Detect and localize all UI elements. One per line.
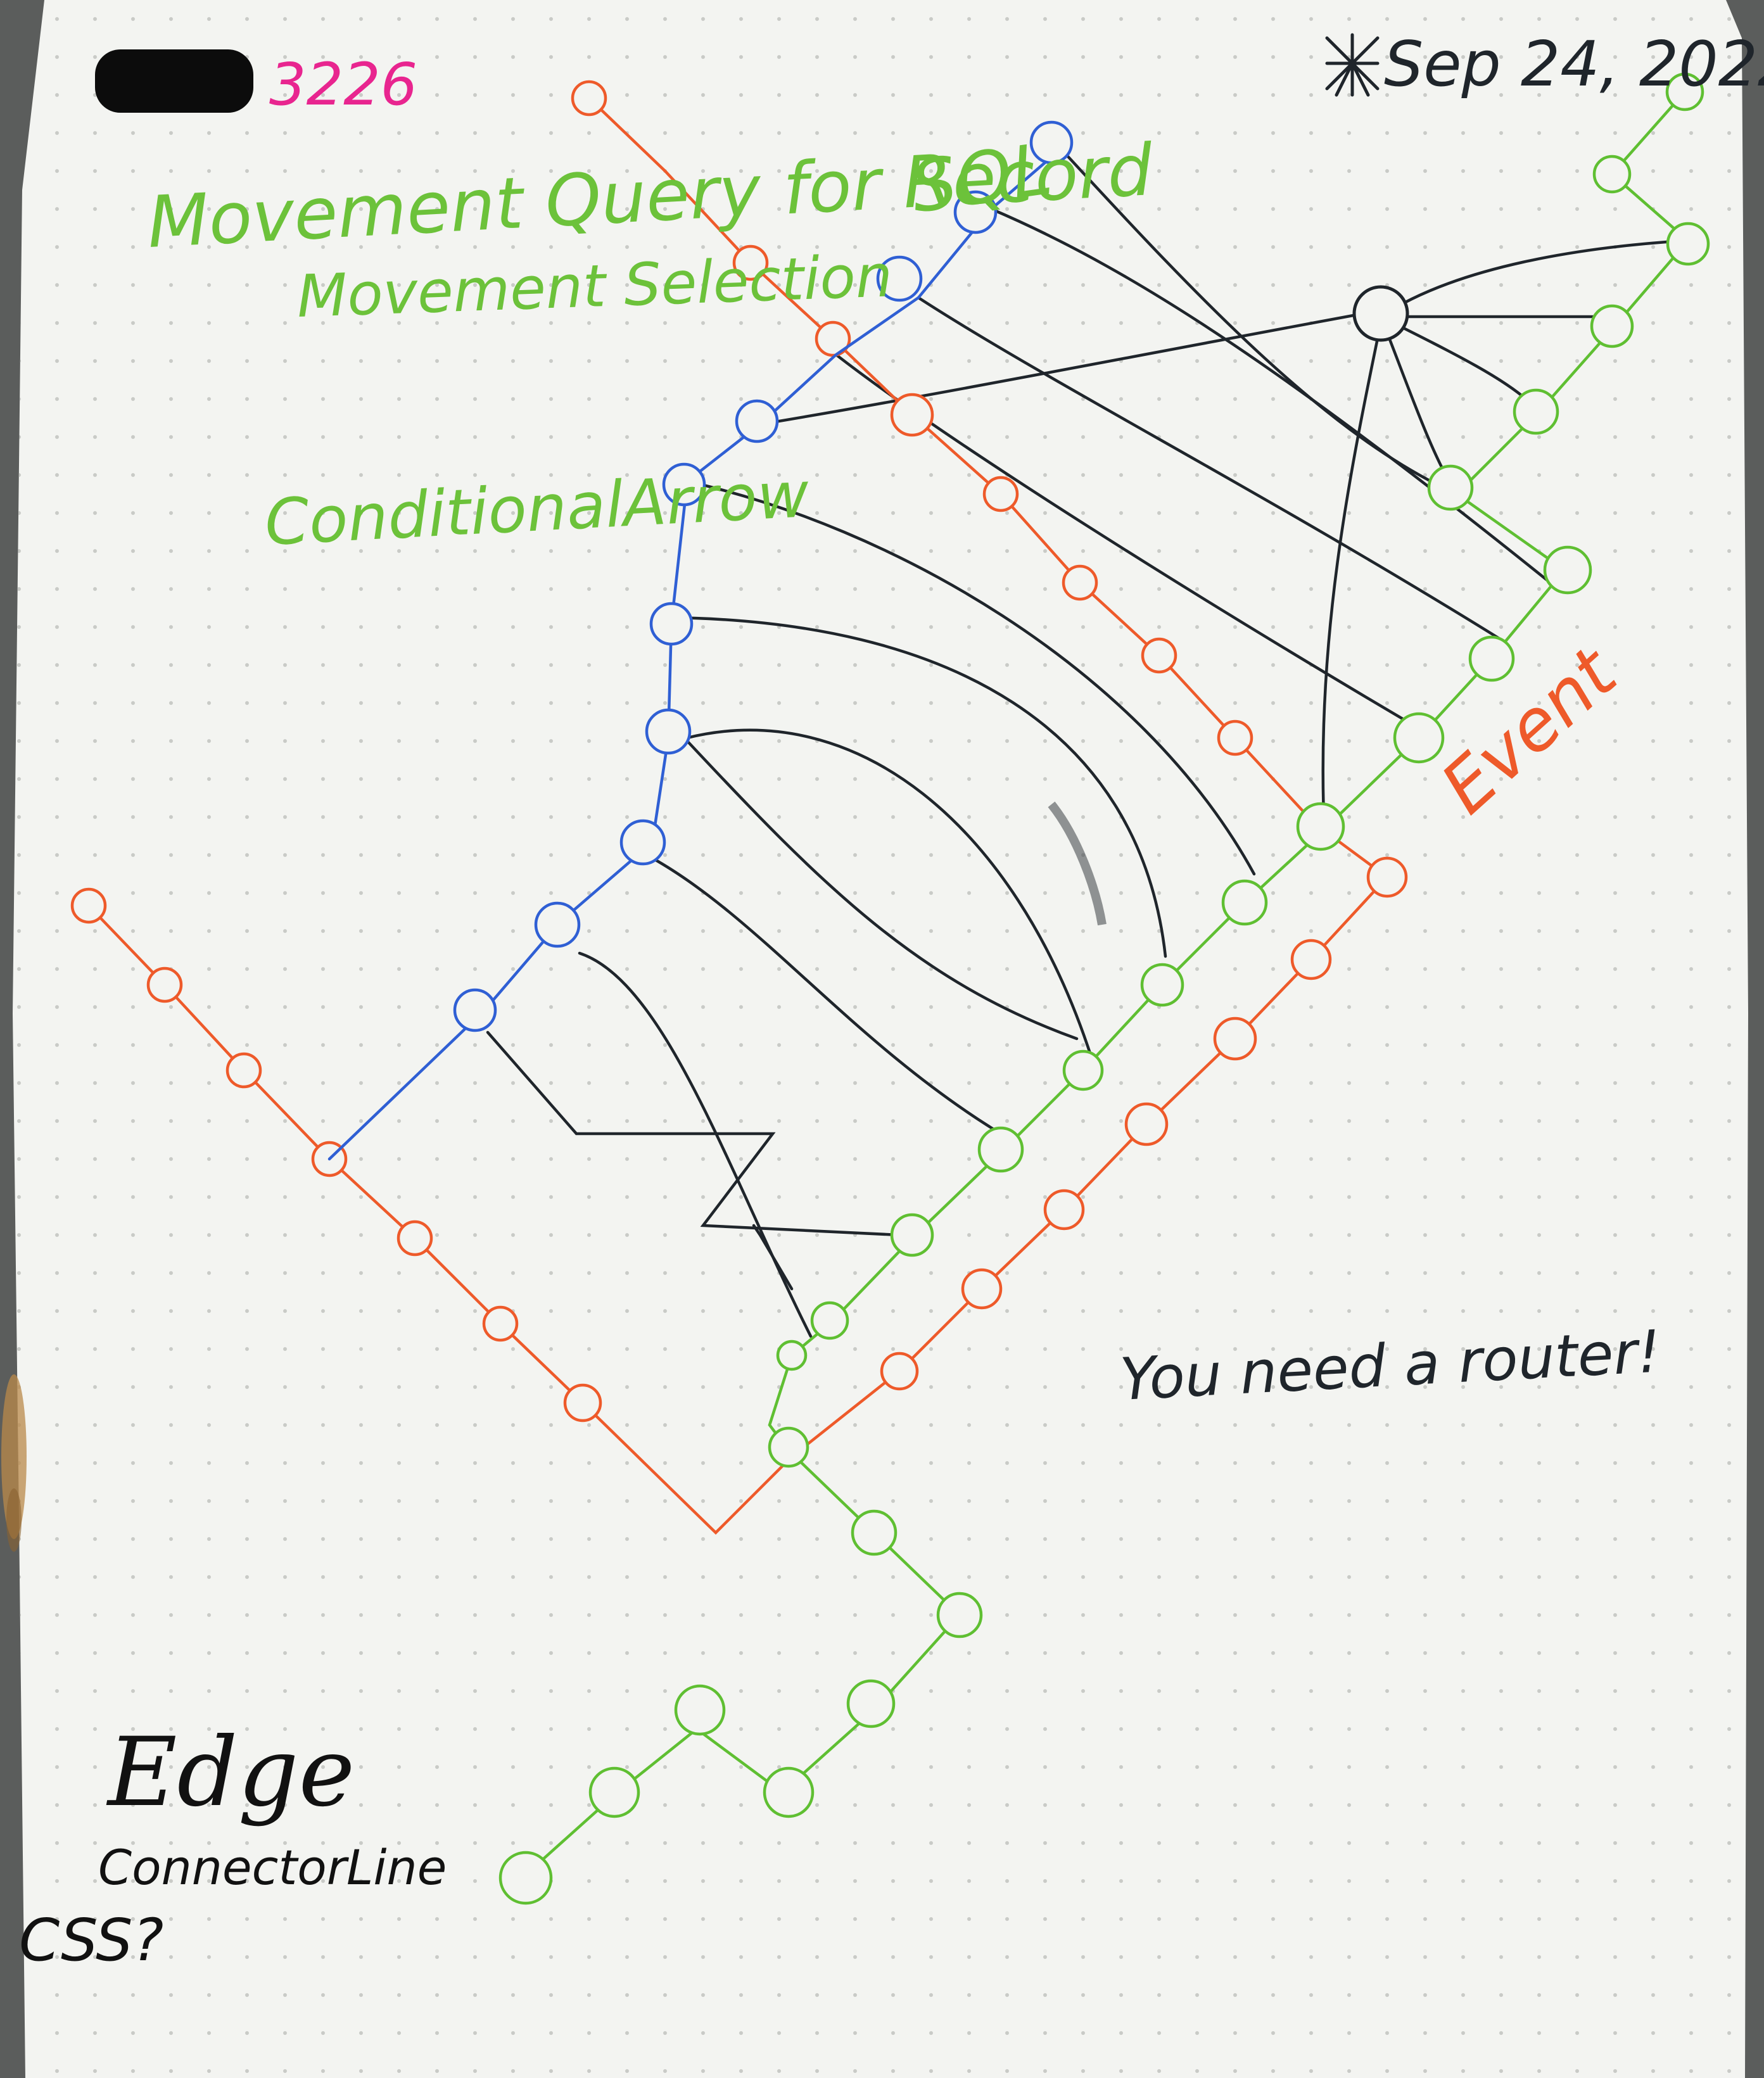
css-label: CSS? [19,1906,163,1974]
notebook-page: 3226 Sep 24, 2022 Movement Query for Rec… [0,0,1764,2078]
redaction-block [95,49,253,113]
note-number: 3226 [269,51,417,118]
sketch-canvas: 3226 Sep 24, 2022 Movement Query for Rec… [1,0,1764,2078]
stain-mark-2 [6,1488,22,1552]
edge-label: Edge [106,1718,355,1828]
date-label: Sep 24, 2022 [1384,29,1764,101]
connector-line-label: ConnectorLine [98,1839,447,1896]
hub-node [1352,285,1409,342]
